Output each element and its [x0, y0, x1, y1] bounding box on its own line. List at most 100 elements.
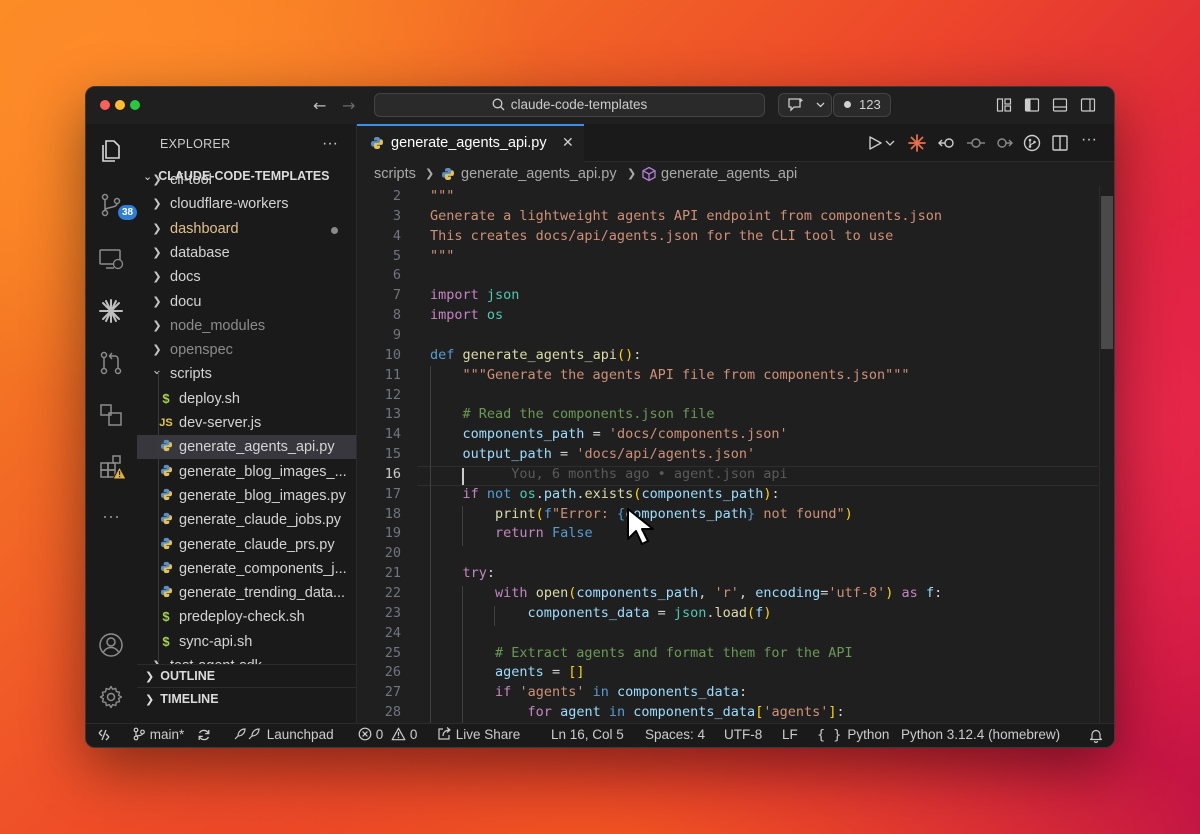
run-file-icon[interactable] — [866, 134, 884, 152]
toggle-panel-icon[interactable] — [1052, 97, 1068, 113]
line-number: 11 — [384, 366, 401, 383]
tree-item[interactable]: ❯ docu — [137, 290, 356, 314]
tree-item[interactable]: generate_blog_images.py — [137, 484, 356, 508]
tree-item[interactable]: generate_claude_jobs.py — [137, 508, 356, 532]
tree-item[interactable]: ❯ cli-tool — [137, 168, 356, 192]
account-icon[interactable] — [98, 632, 124, 658]
commit-icon[interactable] — [967, 134, 985, 152]
live-share-button[interactable]: Live Share — [437, 724, 520, 746]
tree-item-label: scripts — [170, 366, 212, 383]
pull-requests-icon[interactable] — [98, 350, 124, 376]
close-tab-icon[interactable]: ✕ — [562, 126, 574, 160]
record-dot-icon — [844, 101, 851, 108]
remote-window-icon[interactable] — [98, 402, 124, 428]
tree-item[interactable]: generate_trending_data... — [137, 581, 356, 605]
line-number: 26 — [384, 664, 401, 681]
tree-item[interactable]: ❯ openspec — [137, 338, 356, 362]
status-bar: main* Launchpad 0 0 Live Share Ln 16, Co… — [86, 723, 1114, 747]
more-views-icon[interactable]: ··· — [98, 506, 124, 532]
code-editor[interactable]: 2 """ 3 Generate a lightweight agents API e… — [357, 186, 1098, 724]
go-back-change-icon[interactable] — [938, 134, 956, 152]
tree-item-label: docu — [170, 293, 202, 310]
tree-item[interactable]: ❯ docs — [137, 265, 356, 289]
tree-item[interactable]: generate_blog_images_... — [137, 460, 356, 484]
language-mode[interactable]: { } Python — [817, 724, 889, 746]
toggle-secondary-sidebar-icon[interactable] — [1080, 97, 1096, 113]
activity-bar: 38 ··· — [86, 124, 138, 724]
search-icon — [492, 98, 505, 111]
back-arrow-icon[interactable]: ← — [313, 96, 326, 115]
tree-item[interactable]: $ predeploy-check.sh — [137, 605, 356, 629]
sync-icon[interactable] — [197, 728, 211, 742]
python-interpreter[interactable]: Python 3.12.4 (homebrew) — [901, 724, 1060, 746]
breadcrumb-file[interactable]: generate_agents_api.py — [461, 162, 617, 186]
indentation-setting[interactable]: Spaces: 4 — [645, 724, 705, 746]
editor-more-actions-icon[interactable]: ··· — [1081, 131, 1099, 149]
zoom-window-button[interactable] — [130, 100, 140, 110]
explorer-more-actions[interactable]: ··· — [322, 124, 338, 164]
tree-item[interactable]: generate_components_j... — [137, 557, 356, 581]
tree-item-label: predeploy-check.sh — [179, 609, 305, 626]
claude-code-icon[interactable] — [908, 134, 926, 152]
notification-count-button[interactable]: 123 — [833, 93, 891, 117]
tree-item[interactable]: ❯ cloudflare-workers — [137, 192, 356, 216]
tab-generate-agents-api[interactable]: generate_agents_api.py ✕ — [357, 124, 584, 162]
editor-scrollbar[interactable] — [1099, 186, 1114, 724]
minimize-window-button[interactable] — [115, 100, 125, 110]
tree-item[interactable]: $ sync-api.sh — [137, 630, 356, 654]
remote-explorer-icon[interactable] — [98, 246, 124, 272]
code-line: """ — [430, 188, 455, 204]
customize-layout-icon[interactable] — [996, 97, 1012, 113]
code-line: return False — [495, 525, 593, 542]
encoding-setting[interactable]: UTF-8 — [724, 724, 762, 746]
chat-button[interactable] — [778, 93, 832, 117]
source-control-button[interactable]: 38 — [98, 192, 138, 220]
tree-item-label: generate_components_j... — [179, 560, 347, 577]
cursor-position[interactable]: Ln 16, Col 5 — [551, 724, 624, 746]
remote-indicator-icon[interactable] — [97, 728, 111, 742]
chevron-down-icon[interactable] — [885, 134, 895, 152]
python-file-icon — [371, 137, 383, 149]
code-line: def generate_agents_api(): — [430, 346, 642, 363]
tree-item[interactable]: generate_agents_api.py — [137, 435, 356, 460]
branch-indicator[interactable]: main* — [132, 724, 184, 746]
explorer-files-icon[interactable] — [98, 138, 124, 164]
launchpad-button[interactable]: Launchpad — [233, 724, 334, 746]
scrollbar-thumb[interactable] — [1101, 196, 1113, 349]
timeline-section[interactable]: ❯ TIMELINE — [137, 687, 356, 710]
go-forward-change-icon[interactable] — [995, 134, 1013, 152]
tree-item[interactable]: JS dev-server.js — [137, 411, 356, 435]
tree-item[interactable]: ❯ database — [137, 241, 356, 265]
command-center-search[interactable]: claude-code-templates — [374, 93, 765, 117]
breadcrumb-scripts[interactable]: scripts — [374, 162, 416, 186]
split-editor-icon[interactable] — [1051, 134, 1069, 152]
claude-sparkle-icon[interactable] — [98, 298, 124, 324]
explorer-sidebar: EXPLORER ··· ⌄ CLAUDE-CODE-TEMPLATES ❯ cli… — [137, 124, 357, 724]
tree-item[interactable]: ⌄ scripts — [137, 362, 356, 386]
problems-indicator[interactable]: 0 0 — [358, 724, 417, 746]
forward-arrow-icon[interactable]: → — [342, 96, 355, 115]
tree-item[interactable]: ❯ node_modules — [137, 314, 356, 338]
live-share-label: Live Share — [455, 727, 521, 742]
notifications-bell-icon[interactable] — [1089, 728, 1103, 743]
close-window-button[interactable] — [100, 100, 110, 110]
live-share-icon — [438, 727, 451, 740]
breadcrumb-symbol[interactable]: generate_agents_api — [661, 162, 797, 186]
extensions-button[interactable] — [98, 454, 127, 480]
toggle-primary-sidebar-icon[interactable] — [1024, 97, 1040, 113]
outline-section[interactable]: ❯ OUTLINE — [137, 664, 356, 687]
line-number: 6 — [392, 267, 401, 284]
open-changes-icon[interactable] — [1023, 134, 1041, 152]
code-line: # Read the components.json file — [462, 406, 715, 423]
outline-label: OUTLINE — [160, 669, 216, 683]
tree-item[interactable]: ❯ dashboard — [137, 217, 356, 241]
chevron-right-icon: ❯ — [152, 270, 162, 284]
settings-gear-icon[interactable] — [98, 684, 124, 710]
tree-item[interactable]: generate_claude_prs.py — [137, 533, 356, 557]
eol-setting[interactable]: LF — [782, 724, 798, 746]
line-number: 24 — [384, 624, 401, 641]
line-number: 12 — [384, 386, 401, 403]
line-number: 19 — [384, 525, 401, 542]
git-branch-icon — [133, 727, 145, 741]
tree-item[interactable]: $ deploy.sh — [137, 387, 356, 411]
